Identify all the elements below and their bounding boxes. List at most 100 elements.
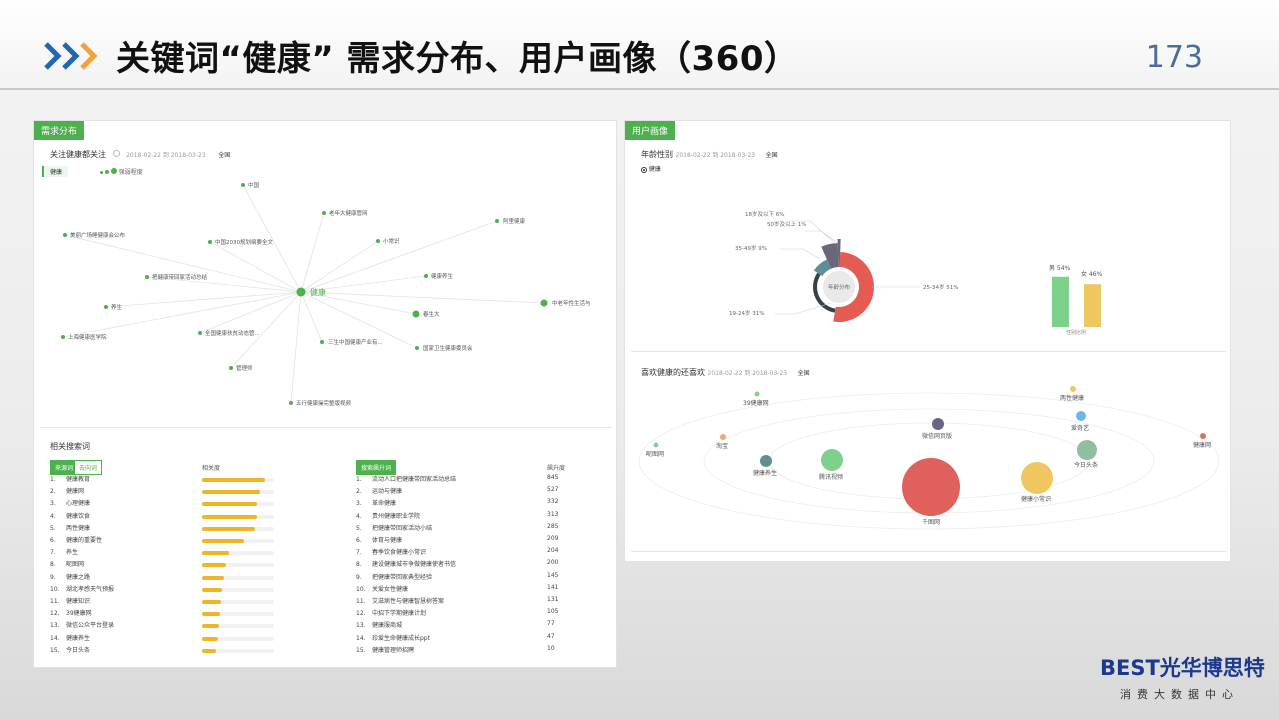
row-word[interactable]: 把健康带回家活动小结 (372, 525, 432, 532)
table-row[interactable]: 13. 健康服商城 77 (356, 620, 566, 632)
node[interactable] (145, 275, 149, 279)
table-row[interactable]: 13. 微信公众平台登录 (50, 620, 114, 632)
table-row[interactable]: 5. 两性健康 (50, 523, 90, 535)
node[interactable] (376, 239, 380, 243)
profile-panel: 用户画像 年龄性别 2018-02-22 到 2018-03-23 全国 健康 … (624, 120, 1231, 562)
relevance-bar-track (202, 600, 274, 604)
row-word[interactable]: 关爱女性健康 (372, 586, 408, 593)
node[interactable] (424, 274, 428, 278)
bubble[interactable] (720, 434, 726, 440)
tab-target-words[interactable]: 去向词 (74, 460, 103, 475)
row-word[interactable]: 革命健康 (372, 500, 396, 507)
row-word[interactable]: 流动人口把健康带回家活动总结 (372, 476, 456, 483)
row-word[interactable]: 心理健康 (66, 500, 90, 507)
table-row[interactable]: 5. 把健康带回家活动小结 285 (356, 523, 566, 535)
node[interactable] (229, 366, 233, 370)
row-word[interactable]: 健康网 (66, 488, 84, 495)
row-word[interactable]: 39健康网 (66, 610, 92, 617)
row-word[interactable]: 春季饮食健康小常识 (372, 549, 426, 556)
row-word[interactable]: 中招下学期健康计划 (372, 610, 426, 617)
bubble[interactable] (821, 449, 843, 471)
row-word[interactable]: 健康养生 (66, 635, 90, 642)
node[interactable] (495, 219, 499, 223)
bubble[interactable] (1200, 433, 1206, 439)
bubble[interactable] (932, 418, 944, 430)
row-word[interactable]: 把健康带回家典型经验 (372, 574, 432, 581)
table-row[interactable]: 15. 今日头条 (50, 645, 90, 657)
bubble[interactable] (1070, 386, 1076, 392)
table-row[interactable]: 11. 艾滋病性与健康智慧树答案 131 (356, 596, 566, 608)
node[interactable] (198, 331, 202, 335)
node[interactable] (415, 346, 419, 350)
row-word[interactable]: 运动与健康 (372, 488, 402, 495)
node[interactable] (540, 299, 548, 307)
node[interactable] (63, 233, 67, 237)
node[interactable] (289, 401, 293, 405)
table-row[interactable]: 3. 革命健康 332 (356, 498, 566, 510)
row-word[interactable]: 健康服商城 (372, 622, 402, 629)
row-word[interactable]: 健康饮食 (66, 513, 90, 520)
node[interactable] (61, 335, 65, 339)
table-row[interactable]: 8. 昵图网 (50, 559, 84, 571)
node[interactable] (320, 340, 324, 344)
node-center[interactable] (296, 287, 306, 297)
node[interactable] (412, 310, 420, 318)
row-word[interactable]: 健康的重要性 (66, 537, 102, 544)
table-row[interactable]: 3. 心理健康 (50, 498, 90, 510)
likes-bubble-chart: 39健康网 两性健康爱奇艺健康网昵图网 淘宝 微信网页版健康养生腾讯视频 今日头条健康小… (638, 386, 1220, 530)
gender-bar-女[interactable] (1084, 284, 1101, 327)
bubble[interactable] (754, 391, 760, 397)
node[interactable] (208, 240, 212, 244)
node[interactable] (104, 305, 108, 309)
table-row[interactable]: 2. 运动与健康 527 (356, 486, 566, 498)
relevance-bar (202, 575, 224, 580)
table-row[interactable]: 7. 养生 (50, 547, 78, 559)
node[interactable] (241, 183, 245, 187)
bubble[interactable] (902, 458, 960, 516)
row-word[interactable]: 今日头条 (66, 647, 90, 654)
table-row[interactable]: 7. 春季饮食健康小常识 204 (356, 547, 566, 559)
table-row[interactable]: 8. 建设健康城市争做健康使者书信 200 (356, 559, 566, 571)
graph-labels: 健康 中国 老年大健康管网 阿里健康 小常识 中国2030规划纲要全文 美丽广场… (68, 181, 591, 407)
row-word[interactable]: 湖北孝感天气预报 (66, 586, 114, 593)
row-word[interactable]: 微信公众平台登录 (66, 622, 114, 629)
table-row[interactable]: 4. 健康饮食 (50, 511, 90, 523)
row-word[interactable]: 两性健康 (66, 525, 90, 532)
row-word[interactable]: 体育与健康 (372, 537, 402, 544)
table-row[interactable]: 10. 关爱女性健康 141 (356, 584, 566, 596)
relevance-bar-track (202, 624, 274, 629)
table-row[interactable]: 12. 中招下学期健康计划 105 (356, 608, 566, 620)
table-row[interactable]: 1. 健康教育 (50, 474, 90, 486)
node[interactable] (322, 211, 326, 215)
table-row[interactable]: 6. 体育与健康 209 (356, 535, 566, 547)
row-word[interactable]: 健康教育 (66, 476, 90, 483)
row-word[interactable]: 艾滋病性与健康智慧树答案 (372, 598, 444, 605)
row-word[interactable]: 养生 (66, 549, 78, 556)
bubble[interactable] (653, 442, 659, 448)
table-row[interactable]: 14. 珍爱生命健康成长ppt 47 (356, 633, 566, 645)
table-row[interactable]: 11. 健康知识 (50, 596, 90, 608)
table-row[interactable]: 12. 39健康网 (50, 608, 92, 620)
table-row[interactable]: 9. 健康之路 (50, 572, 90, 584)
bubble[interactable] (1021, 462, 1053, 494)
row-word[interactable]: 建设健康城市争做健康使者书信 (372, 561, 456, 568)
table-row[interactable]: 9. 把健康带回家典型经验 145 (356, 572, 566, 584)
table-row[interactable]: 2. 健康网 (50, 486, 84, 498)
table-row[interactable]: 10. 湖北孝感天气预报 (50, 584, 114, 596)
bubble[interactable] (1077, 440, 1097, 460)
table-row[interactable]: 6. 健康的重要性 (50, 535, 102, 547)
row-word[interactable]: 健康知识 (66, 598, 90, 605)
row-word[interactable]: 珍爱生命健康成长ppt (372, 635, 430, 642)
gender-bar-男[interactable] (1052, 276, 1069, 327)
bubble[interactable] (760, 455, 772, 467)
tab-rising-words[interactable]: 搜索飙升词 (356, 460, 397, 475)
table-row[interactable]: 4. 贵州健康职业学院 313 (356, 511, 566, 523)
row-word[interactable]: 贵州健康职业学院 (372, 513, 420, 520)
row-word[interactable]: 健康管理师招聘 (372, 647, 414, 654)
table-row[interactable]: 1. 流动人口把健康带回家活动总结 845 (356, 474, 566, 486)
table-row[interactable]: 14. 健康养生 (50, 633, 90, 645)
bubble[interactable] (1076, 411, 1086, 421)
table-row[interactable]: 15. 健康管理师招聘 10 (356, 645, 566, 657)
row-word[interactable]: 健康之路 (66, 574, 90, 581)
row-word[interactable]: 昵图网 (66, 561, 84, 568)
